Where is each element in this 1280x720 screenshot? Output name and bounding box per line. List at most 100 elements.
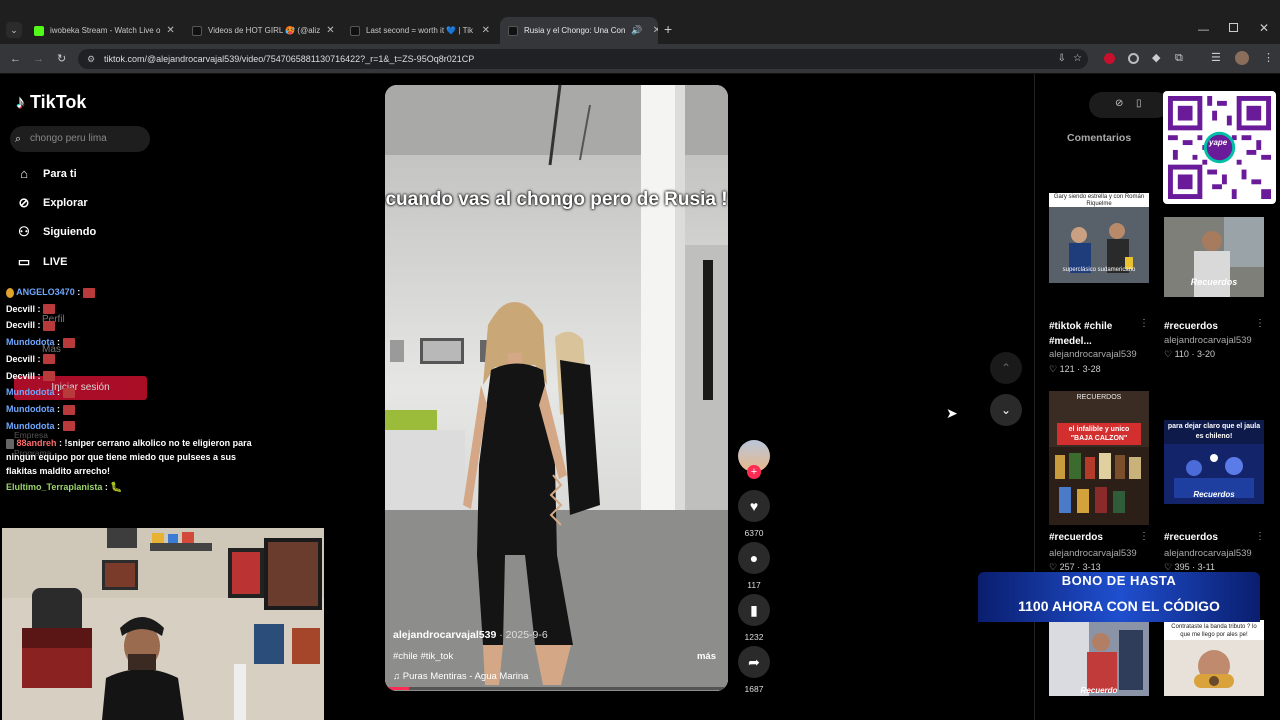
author-avatar[interactable]: + [737, 440, 771, 479]
next-video-button[interactable]: ⌄ [990, 394, 1022, 426]
promo-line-1: BONO DE HASTA [1061, 573, 1177, 588]
more-options-icon[interactable]: ⋮ [1255, 531, 1265, 542]
profile-avatar[interactable] [1235, 51, 1249, 65]
video-music[interactable]: ♫ Puras Mentiras - Agua Marina [393, 671, 528, 682]
emote-icon [43, 371, 56, 382]
extension-circle-icon[interactable] [1128, 53, 1139, 64]
video-thumbnail[interactable]: Recuerdos [1164, 217, 1264, 297]
follow-plus-icon[interactable]: + [747, 465, 761, 479]
more-options-icon[interactable]: ⋮ [1139, 531, 1149, 542]
sidebar-item-live[interactable]: ▭ LIVE [16, 254, 68, 270]
chat-username: ANGELO3470 [16, 287, 75, 297]
media-control-icon[interactable]: ☰ [1211, 51, 1221, 65]
video-thumbnail[interactable]: para dejar claro que el jaula es chileno… [1164, 420, 1264, 504]
more-options-icon[interactable]: ⋮ [1255, 318, 1265, 329]
more-options-icon[interactable]: ⋮ [1139, 318, 1149, 329]
compass-icon[interactable]: ⊘ [1115, 98, 1123, 109]
share-button[interactable]: ➦ 1687 [737, 646, 771, 694]
video-title[interactable]: #recuerdos [1164, 532, 1264, 543]
progress-track[interactable] [385, 687, 728, 690]
bookmark-star-icon[interactable]: ☆ [1073, 49, 1082, 69]
video-author[interactable]: alejandrocarvajal539 [1164, 548, 1252, 559]
logo-text: TikTok [30, 92, 87, 112]
video-player[interactable]: cuando vas al chongo pero de Rusia ! ale… [385, 85, 728, 691]
thumbnail-subtext: superclásico sudamericano [1062, 267, 1136, 273]
video-title[interactable]: #recuerdos [1164, 319, 1264, 334]
search-icon: ⌕ [15, 133, 22, 145]
chat-line: Mundodota : [6, 384, 266, 401]
chat-username: Elultimo_Terraplanista [6, 482, 103, 493]
tiktok-favicon-icon [508, 25, 518, 36]
video-author[interactable]: alejandrocarvajal539 [1049, 548, 1137, 559]
tab-comentarios[interactable]: Comentarios [1067, 132, 1131, 144]
sidebar-item-explorar[interactable]: ⊘ Explorar [16, 195, 88, 211]
video-author[interactable]: alejandrocarvajal539 · 2025-9-6 [393, 629, 548, 641]
tab-close-icon[interactable]: ✕ [653, 25, 658, 36]
minimize-button[interactable]: — [1198, 24, 1209, 36]
like-button[interactable]: ♥ 6370 [737, 490, 771, 538]
sidebar-item-label: LIVE [43, 256, 68, 268]
tab-close-icon[interactable]: ✕ [166, 25, 174, 36]
sidebar-item-siguiendo[interactable]: ⚇ Siguiendo [16, 224, 96, 240]
more-link[interactable]: más [697, 651, 716, 662]
save-button[interactable]: ▮ 1232 [737, 594, 771, 642]
video-thumbnail[interactable]: Contrataste la banda tributo ? lo que me… [1164, 620, 1264, 696]
extensions-puzzle-icon[interactable]: ⧉ [1175, 51, 1183, 65]
emote-icon [62, 337, 75, 348]
thumbnail-text: Recuerdo [1080, 686, 1118, 695]
tab-kick[interactable]: iwobeka Stream - Watch Live o ✕ [26, 17, 182, 44]
qr-brand-logo: yape [1209, 138, 1228, 147]
tiktok-logo[interactable]: ♪ TikTok [16, 92, 86, 113]
site-info-icon[interactable]: ⚙ [87, 49, 95, 69]
heart-outline-icon: ♡ [1164, 562, 1173, 572]
emote-icon [62, 404, 75, 415]
close-window-button[interactable]: ✕ [1259, 21, 1269, 35]
video-author[interactable]: alejandrocarvajal539 [1049, 349, 1137, 360]
thumbnail-subtext: Recuerdos [1193, 490, 1235, 499]
stream-chat-overlay: ANGELO3470 : Decvill : Decvill : Mundodo… [6, 284, 266, 497]
music-title: Puras Mentiras - Agua Marina [402, 671, 529, 682]
search-input[interactable]: ⌕ chongo peru lima [10, 126, 150, 152]
video-title[interactable]: #tiktok #chile #medel... [1049, 319, 1149, 349]
chevron-up-icon: ⌃ [1000, 361, 1012, 375]
extension-red-icon[interactable] [1104, 53, 1115, 64]
maximize-button[interactable] [1229, 23, 1238, 32]
video-hashtags[interactable]: #chile #tik_tok [393, 651, 453, 662]
tab-tiktok-lastsecond[interactable]: Last second = worth it 💙 | Tik ✕ [342, 17, 498, 44]
view-mode-toggle[interactable]: ⊘ ▯ [1089, 92, 1169, 118]
badge-icon [6, 438, 14, 449]
heart-outline-icon: ♡ [1049, 562, 1058, 572]
video-thumbnail[interactable]: Gary siendo estrella y con Román Riquelm… [1049, 193, 1149, 283]
speaker-icon[interactable]: 🔊 [631, 25, 642, 36]
tab-tiktok-hotgirl[interactable]: Videos de HOT GIRL 🥵 (@aliz ✕ [184, 17, 340, 44]
emote-icon [62, 387, 75, 398]
video-title[interactable]: #recuerdos [1049, 532, 1149, 543]
reload-icon[interactable]: ↻ [57, 52, 66, 66]
like-count: 6370 [744, 528, 764, 538]
qr-code [1168, 96, 1271, 199]
chat-line: Mundodota : [6, 334, 266, 351]
forward-arrow-icon[interactable]: → [33, 52, 44, 66]
tab-tiktok-active[interactable]: Rusia y el Chongo: Una Con 🔊 ✕ [500, 17, 658, 44]
back-arrow-icon[interactable]: ← [10, 52, 21, 66]
thumbnail-subtext: RECUERDOS [1076, 394, 1122, 401]
badge-icon [6, 287, 14, 298]
previous-video-button[interactable]: ⌃ [990, 352, 1022, 384]
video-thumbnail[interactable]: Recuerdo [1049, 620, 1149, 696]
comment-button[interactable]: ● 117 [737, 542, 771, 590]
video-author[interactable]: alejandrocarvajal539 [1164, 335, 1252, 346]
install-app-icon[interactable]: ⇩ [1058, 49, 1066, 69]
phone-icon[interactable]: ▯ [1136, 98, 1142, 109]
video-thumbnail[interactable]: RECUERDOS el infalible y unico "BAJA CAL… [1049, 391, 1149, 525]
browser-menu-icon[interactable]: ⋮ [1263, 51, 1274, 65]
share-arrow-icon: ➦ [738, 646, 770, 678]
tab-close-icon[interactable]: ✕ [482, 25, 490, 36]
tab-search-button[interactable]: ⌄ [6, 22, 22, 38]
emote-icon [82, 287, 95, 298]
sidebar-item-para-ti[interactable]: ⌂ Para ti [16, 166, 77, 181]
live-icon: ▭ [17, 254, 31, 269]
tab-close-icon[interactable]: ✕ [326, 25, 334, 36]
address-bar[interactable]: ⚙ tiktok.com/@alejandrocarvajal539/video… [78, 49, 1088, 69]
extension-diamond-icon[interactable]: ◆ [1152, 51, 1160, 65]
new-tab-button[interactable]: + [664, 22, 672, 36]
